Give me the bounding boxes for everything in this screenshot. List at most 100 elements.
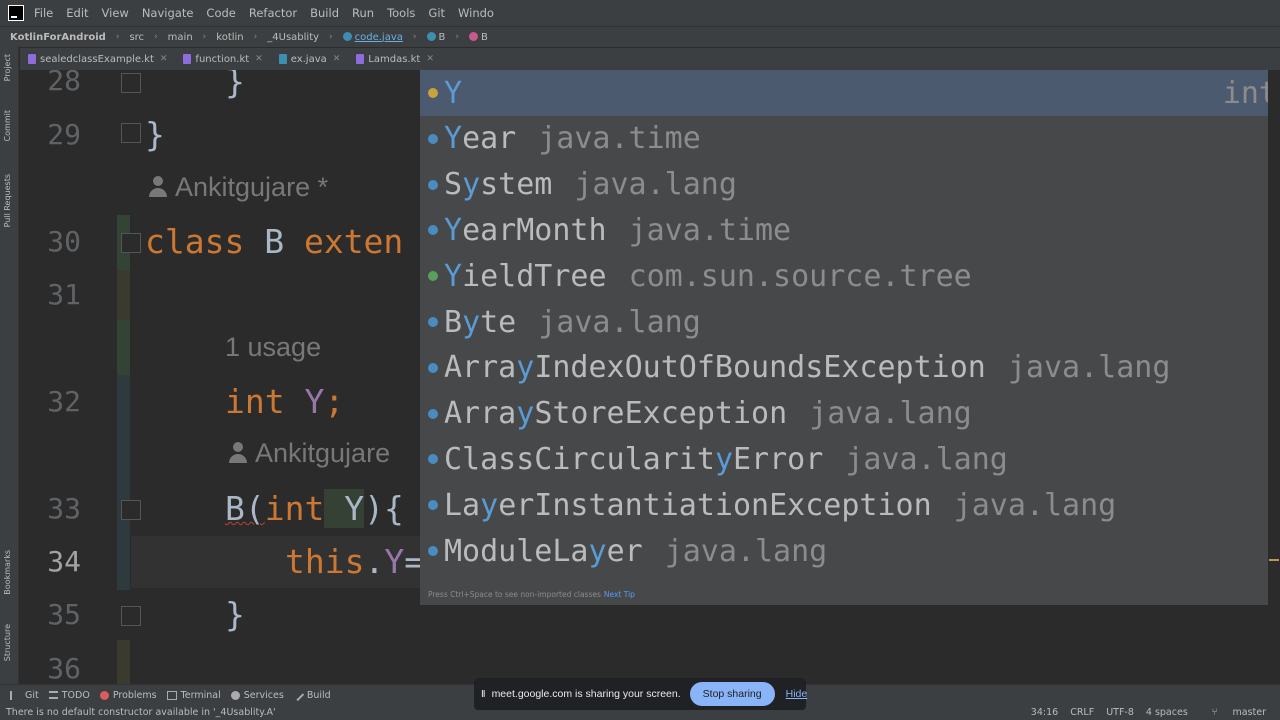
menu-bar: File Edit View Navigate Code Refactor Bu… — [0, 0, 1280, 26]
java-file-icon — [278, 54, 287, 64]
item-name: System — [444, 167, 553, 203]
branch-name: master — [1232, 706, 1266, 718]
menu-edit[interactable]: Edit — [66, 6, 88, 20]
menu-navigate[interactable]: Navigate — [142, 6, 194, 20]
git-branch[interactable]: ⑂ master — [1200, 707, 1266, 718]
menu-window[interactable]: Windo — [458, 6, 494, 20]
fold-marker-icon[interactable] — [121, 606, 141, 626]
menu-view[interactable]: View — [102, 6, 129, 20]
pause-icon: II — [481, 688, 485, 700]
item-name: Year — [444, 121, 517, 157]
completion-item[interactable]: YearMonth java.time — [420, 208, 1280, 254]
close-icon[interactable]: ✕ — [333, 54, 341, 64]
item-name: Byte — [444, 304, 517, 340]
completion-item[interactable]: YieldTree com.sun.source.tree — [420, 253, 1280, 299]
bookmarks-tool-button[interactable]: Bookmarks — [3, 550, 12, 595]
completion-item[interactable]: ArrayIndexOutOfBoundsException java.lang — [420, 345, 1280, 391]
completion-item[interactable]: Year java.time — [420, 116, 1280, 162]
tab-label: sealedclassExample.kt — [40, 53, 154, 65]
tab-sealedclassexample[interactable]: sealedclassExample.kt ✕ — [20, 48, 175, 70]
close-icon[interactable]: ✕ — [255, 54, 263, 64]
breadcrumb-main[interactable]: main — [168, 32, 193, 43]
structure-tool-button[interactable]: Structure — [3, 624, 12, 661]
close-icon[interactable]: ✕ — [426, 54, 434, 64]
completion-query: Y — [444, 75, 463, 111]
caret-position[interactable]: 34:16 — [1031, 707, 1058, 718]
class-icon — [428, 546, 438, 557]
hammer-icon — [292, 689, 304, 701]
build-tool-button[interactable]: Build — [292, 689, 331, 701]
project-tool-button[interactable]: Project — [3, 54, 12, 81]
constructor-name: B( — [225, 489, 265, 528]
stop-sharing-button[interactable]: Stop sharing — [689, 682, 775, 706]
person-icon — [149, 176, 167, 198]
fold-marker-icon[interactable] — [121, 500, 141, 520]
interface-icon — [428, 271, 438, 282]
breadcrumb-project[interactable]: KotlinForAndroid — [10, 32, 106, 43]
item-name: YieldTree — [444, 258, 607, 294]
commit-tool-button[interactable]: Commit — [3, 110, 12, 141]
code-completion-popup: Y int Year java.time System java.lang Year… — [420, 70, 1280, 605]
line-separator[interactable]: CRLF — [1070, 707, 1094, 718]
breadcrumb-src[interactable]: src — [129, 32, 144, 43]
item-package: java.lang — [1007, 350, 1171, 386]
code-editor[interactable]: 28 29 30 31 32 33 34 35 36 } } Ankitguja… — [19, 70, 1280, 684]
tab-function[interactable]: function.kt ✕ — [175, 48, 270, 70]
left-tool-strip: Project Commit Pull Requests Bookmarks S… — [0, 46, 19, 684]
completion-item[interactable]: LayerInstantiationException java.lang — [420, 482, 1280, 528]
menu-code[interactable]: Code — [206, 6, 235, 20]
completion-item[interactable]: ModuleLayer java.lang — [420, 528, 1280, 574]
problems-tool-button[interactable]: Problems — [99, 690, 157, 701]
next-tip-link[interactable]: Next Tip — [604, 590, 635, 599]
branch-icon: ⑂ — [1211, 706, 1218, 718]
completion-item[interactable]: ArrayStoreException java.lang — [420, 391, 1280, 437]
tool-label: TODO — [61, 689, 90, 701]
hide-link[interactable]: Hide — [786, 688, 808, 700]
class-icon — [428, 317, 438, 328]
menu-build[interactable]: Build — [310, 6, 339, 20]
fold-marker-icon[interactable] — [121, 123, 141, 143]
java-class-icon — [342, 31, 352, 41]
indent-setting[interactable]: 4 spaces — [1146, 707, 1188, 718]
menu-git[interactable]: Git — [428, 6, 445, 20]
close-icon[interactable]: ✕ — [160, 54, 168, 64]
breadcrumb-file[interactable]: code.java — [342, 31, 403, 43]
line-number: 29 — [47, 118, 81, 151]
breadcrumb-class[interactable]: B — [426, 31, 445, 43]
fold-marker-icon[interactable] — [121, 233, 141, 253]
tab-ex-java[interactable]: ex.java ✕ — [271, 48, 349, 70]
breadcrumb-kotlin[interactable]: kotlin — [216, 32, 243, 43]
menu-tools[interactable]: Tools — [387, 6, 415, 20]
terminal-tool-button[interactable]: Terminal — [166, 689, 221, 701]
menu-refactor[interactable]: Refactor — [249, 6, 297, 20]
chevron-right-icon: › — [455, 32, 459, 42]
menu-file[interactable]: File — [34, 6, 53, 20]
status-message[interactable]: There is no default constructor availabl… — [6, 707, 276, 718]
parameter-icon — [428, 88, 438, 98]
usage-hint[interactable]: 1 usage — [225, 332, 321, 363]
todo-tool-button[interactable]: TODO — [48, 689, 90, 701]
item-package: java.lang — [574, 167, 737, 203]
tab-lamdas[interactable]: Lamdas.kt ✕ — [348, 48, 442, 70]
completion-header[interactable]: Y int — [420, 70, 1280, 116]
tool-label: Terminal — [180, 689, 221, 701]
completion-item[interactable]: ClassCircularityError java.lang — [420, 437, 1280, 483]
pull-requests-tool-button[interactable]: Pull Requests — [3, 174, 12, 227]
author-hint[interactable]: Ankitgujare * — [149, 172, 328, 203]
class-icon — [428, 500, 438, 511]
breadcrumb-package[interactable]: _4Usablity — [267, 32, 319, 43]
field-name: Y — [284, 382, 325, 421]
completion-item[interactable]: System java.lang — [420, 162, 1280, 208]
menu-run[interactable]: Run — [352, 6, 374, 20]
git-tool-button[interactable]: Git — [10, 690, 39, 701]
completion-item[interactable]: Byte java.lang — [420, 299, 1280, 345]
item-name: LayerInstantiationException — [444, 487, 932, 523]
chevron-right-icon: › — [154, 32, 158, 42]
services-tool-button[interactable]: Services — [230, 690, 284, 701]
breadcrumb-method[interactable]: B — [468, 31, 488, 43]
class-icon — [426, 31, 436, 41]
editor-scrollbar[interactable] — [1268, 70, 1280, 684]
fold-marker-icon[interactable] — [121, 73, 141, 93]
file-encoding[interactable]: UTF-8 — [1106, 707, 1134, 718]
author-hint[interactable]: Ankitgujare — [229, 438, 390, 469]
